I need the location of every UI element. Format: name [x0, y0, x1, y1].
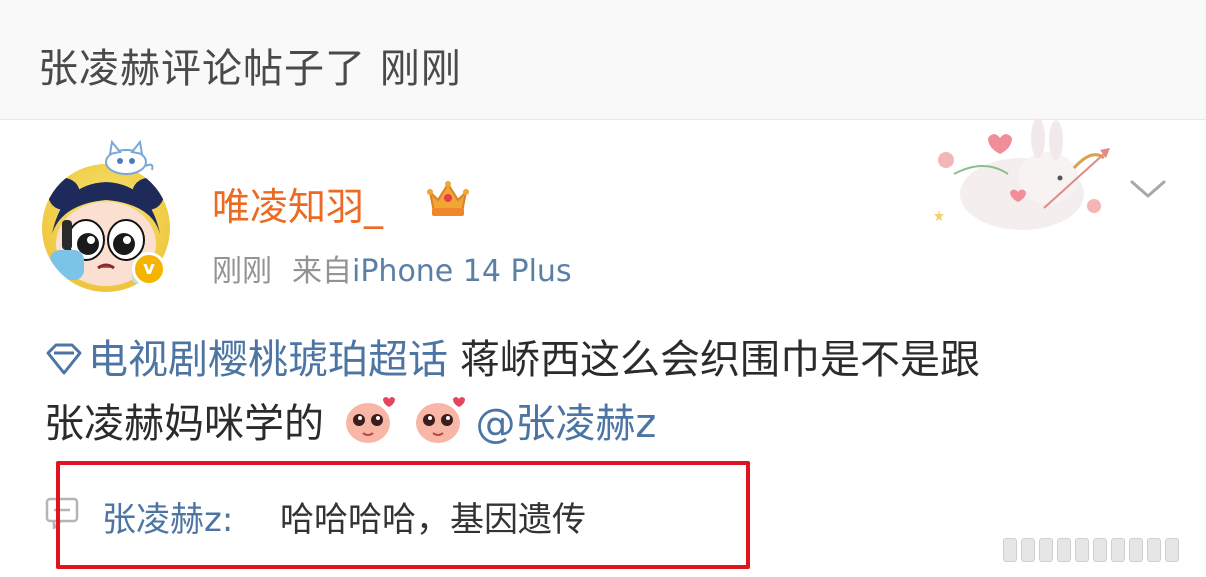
post-text-line2: 张凌赫妈咪学的	[44, 401, 324, 447]
watermark-block	[1129, 538, 1143, 562]
bunny-sticker	[924, 118, 1120, 238]
post-time: 刚刚	[212, 254, 272, 289]
verified-icon: v	[132, 252, 166, 286]
watermark-block	[1021, 538, 1035, 562]
topic-diamond-icon	[46, 343, 82, 375]
watermark-block	[1003, 538, 1017, 562]
page-title: 张凌赫评论帖子了 刚刚	[38, 46, 462, 92]
topic-link[interactable]: 电视剧樱桃琥珀超话	[88, 337, 448, 383]
source-prefix: 来自	[292, 254, 352, 289]
watermark-block	[1057, 538, 1071, 562]
watermark-block	[1147, 538, 1161, 562]
watermark-block	[1093, 538, 1107, 562]
watermark-block	[1165, 538, 1179, 562]
post-line-2: 张凌赫妈咪学的 @张凌赫z	[44, 392, 1164, 456]
highlight-box	[56, 461, 750, 569]
watermark-block	[1075, 538, 1089, 562]
post-line-1: 电视剧樱桃琥珀超话 蒋峤西这么会织围巾是不是跟	[44, 328, 1164, 392]
cat-frame-icon	[98, 139, 154, 176]
header: 张凌赫评论帖子了 刚刚	[0, 0, 1206, 120]
avatar-container[interactable]: v	[36, 139, 176, 292]
blush-emoji-icon	[416, 397, 466, 443]
crown-icon[interactable]	[426, 178, 470, 218]
watermark-block	[1111, 538, 1125, 562]
watermark	[1003, 538, 1179, 566]
mention-link[interactable]: @张凌赫z	[475, 401, 656, 447]
post-text-line1: 蒋峤西这么会织围巾是不是跟	[460, 337, 980, 383]
post-meta: 刚刚 来自iPhone 14 Plus	[212, 246, 572, 290]
watermark-block	[1039, 538, 1053, 562]
blush-emoji-icon	[345, 397, 395, 443]
device-link[interactable]: iPhone 14 Plus	[352, 254, 572, 289]
chevron-down-icon[interactable]	[1128, 176, 1168, 202]
post-body: 电视剧樱桃琥珀超话 蒋峤西这么会织围巾是不是跟 张凌赫妈咪学的 @张凌赫z	[44, 328, 1164, 456]
author-name[interactable]: 唯凌知羽_	[212, 176, 383, 231]
